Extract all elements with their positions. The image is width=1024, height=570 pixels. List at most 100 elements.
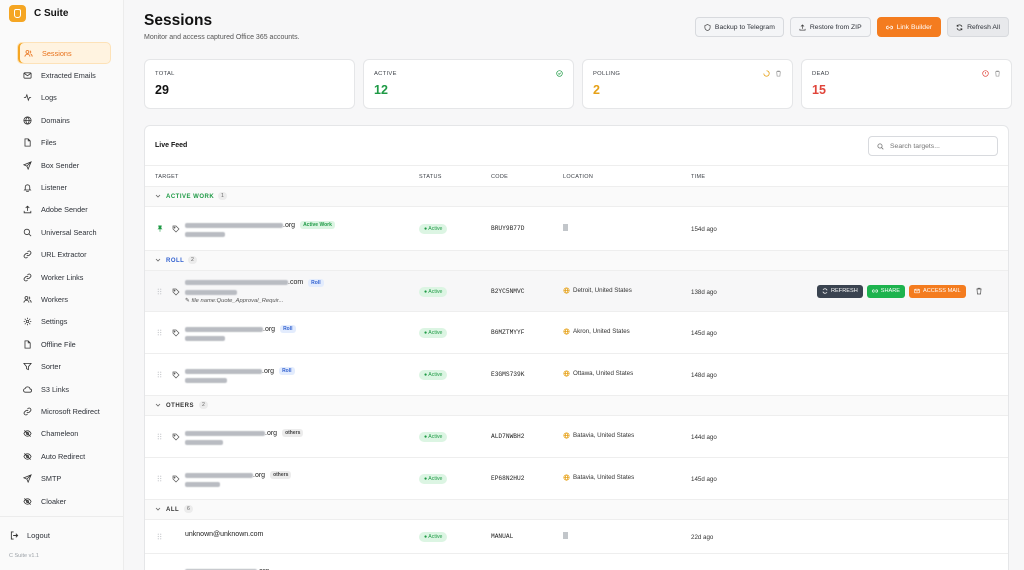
sidebar-item-adobe-sender[interactable]: Adobe Sender — [17, 199, 111, 221]
tag-icon[interactable] — [172, 433, 180, 441]
sidebar-item-label: Offline File — [41, 339, 76, 349]
stat-card-active: ACTIVE 12 — [363, 59, 574, 109]
trash-icon[interactable] — [775, 70, 782, 77]
row-access-mail-button[interactable]: ACCESS MAIL — [909, 284, 966, 298]
drag-handle-icon[interactable] — [157, 288, 162, 295]
link-builder-button[interactable]: Link Builder — [876, 17, 942, 37]
refresh-all-button[interactable]: Refresh All — [947, 17, 1009, 37]
drag-handle-icon[interactable] — [157, 475, 162, 482]
eye-off-icon — [23, 452, 32, 461]
table-row[interactable]: unknown@unknown.com ● Active MANUAL 22d ago — [145, 520, 1008, 554]
table-row[interactable]: .org Active Work ● Active BRUY9B77D 154d ago — [145, 207, 1008, 251]
refresh-icon — [956, 23, 963, 31]
sidebar-item-auto-redirect[interactable]: Auto Redirect — [17, 445, 111, 467]
sidebar-item-microsoft-redirect[interactable]: Microsoft Redirect — [17, 400, 111, 422]
tag-icon[interactable] — [172, 225, 180, 233]
send-icon — [23, 474, 32, 484]
table-row[interactable]: .org Roll ● Active E3GMS739K Ottawa, United … — [145, 354, 1008, 396]
trash-icon[interactable] — [975, 287, 983, 295]
sidebar-item-label: Files — [41, 138, 57, 148]
status-badge: ● Active — [419, 432, 448, 442]
sidebar-item-sessions[interactable]: Sessions — [17, 42, 111, 65]
target-badge: Active Work — [300, 221, 335, 229]
backup-telegram-button[interactable]: Backup to Telegram — [694, 17, 784, 37]
globe-icon — [563, 370, 570, 377]
target-email-line: .com Roll — [185, 278, 324, 287]
tag-icon[interactable] — [172, 475, 180, 483]
sidebar-item-worker-links[interactable]: Worker Links — [17, 266, 111, 288]
sidebar-item-label: URL Extractor — [41, 250, 87, 260]
sidebar-item-extracted-emails[interactable]: Extracted Emails — [17, 64, 111, 86]
sidebar-item-chameleon[interactable]: Chameleon — [17, 423, 111, 445]
drag-handle-icon[interactable] — [157, 371, 162, 378]
row-handle — [157, 288, 162, 297]
table-row[interactable]: .org Roll ● Active B6MZTMYYF Akron, United S… — [145, 312, 1008, 354]
pin-icon[interactable] — [157, 225, 163, 232]
trash-icon[interactable] — [994, 70, 1001, 77]
stat-icons — [556, 70, 563, 77]
chevron-down-icon[interactable] — [155, 193, 161, 199]
stat-label: ACTIVE — [374, 71, 397, 77]
search-box[interactable] — [868, 136, 998, 156]
sidebar-item-box-sender[interactable]: Box Sender — [17, 154, 111, 176]
stat-card-total: TOTAL 29 — [144, 59, 355, 109]
sidebar-item-domains[interactable]: Domains — [17, 109, 111, 131]
table-row[interactable]: .com Roll ✎ file name:Quote_Approval_Requi… — [145, 271, 1008, 312]
tag-icon[interactable] — [172, 371, 180, 379]
sidebar-item-offline-file[interactable]: Offline File — [17, 333, 111, 355]
target-badge: others — [282, 429, 304, 437]
table-row[interactable]: .org others ● Active EP68N2HU2 Batavia, Unit… — [145, 458, 1008, 500]
group-header-all[interactable]: ALL 6 — [145, 500, 1008, 520]
redacted-subtext — [185, 232, 225, 237]
sidebar-item-s3-links[interactable]: S3 Links — [17, 378, 111, 400]
chevron-down-icon[interactable] — [155, 402, 161, 408]
sidebar-item-workers[interactable]: Workers — [17, 288, 111, 310]
target-email-domain: .org — [283, 221, 296, 229]
drag-handle-icon[interactable] — [157, 329, 162, 336]
sidebar-item-smtp[interactable]: SMTP — [17, 467, 111, 489]
redacted-email-user — [185, 368, 262, 374]
row-refresh-button[interactable]: REFRESH — [817, 284, 863, 298]
sidebar-item-logs[interactable]: Logs — [17, 87, 111, 109]
row-tag — [172, 475, 180, 485]
redacted-subtext — [185, 289, 237, 295]
restore-zip-button[interactable]: Restore from ZIP — [789, 17, 871, 37]
row-share-button[interactable]: SHARE — [866, 284, 906, 298]
refresh-all-label: Refresh All — [967, 23, 1000, 31]
sidebar-item-label: Auto Redirect — [41, 451, 86, 461]
sidebar-item-universal-search[interactable]: Universal Search — [17, 221, 111, 243]
drag-handle-icon[interactable] — [157, 533, 162, 540]
tag-icon[interactable] — [172, 329, 180, 337]
search-icon — [877, 142, 884, 150]
session-code: E3GMS739K — [491, 371, 525, 378]
sidebar-item-settings[interactable]: Settings — [17, 311, 111, 333]
stat-label: POLLING — [593, 71, 621, 77]
group-header-active-work[interactable]: ACTIVE WORK 1 — [145, 187, 1008, 207]
search-input[interactable] — [890, 142, 990, 150]
header-actions: Backup to Telegram Restore from ZIP Link… — [694, 17, 1009, 37]
sidebar-item-sorter[interactable]: Sorter — [17, 355, 111, 377]
gear-icon — [23, 317, 32, 326]
brand[interactable]: C Suite — [0, 0, 123, 26]
target-badge: others — [270, 471, 292, 479]
target-email-line: .org others — [185, 429, 304, 437]
row-handle — [157, 533, 162, 542]
chevron-down-icon[interactable] — [155, 506, 161, 512]
tag-icon[interactable] — [172, 288, 180, 296]
logout-button[interactable]: Logout — [0, 517, 123, 540]
sidebar-item-listener[interactable]: Listener — [17, 176, 111, 198]
group-header-roll[interactable]: ROLL 2 — [145, 251, 1008, 271]
status-badge: ● Active — [419, 286, 448, 297]
sidebar-item-url-extractor[interactable]: URL Extractor — [17, 244, 111, 266]
mail-icon — [23, 71, 32, 80]
backup-telegram-label: Backup to Telegram — [714, 23, 775, 31]
table-row[interactable]: .org others ● Active ALD7NWBH2 Batavia, Unit… — [145, 416, 1008, 458]
sidebar-item-files[interactable]: Files — [17, 132, 111, 154]
spinner-icon — [763, 70, 770, 77]
drag-handle-icon[interactable] — [157, 433, 162, 440]
table-row[interactable]: .org● ActiveACGV4PLZBKirksville, United … — [145, 554, 1008, 570]
chevron-down-icon[interactable] — [155, 257, 161, 263]
group-header-others[interactable]: OTHERS 2 — [145, 396, 1008, 416]
target-email-domain: .org — [265, 429, 278, 437]
sidebar-item-cloaker[interactable]: Cloaker — [17, 490, 111, 512]
